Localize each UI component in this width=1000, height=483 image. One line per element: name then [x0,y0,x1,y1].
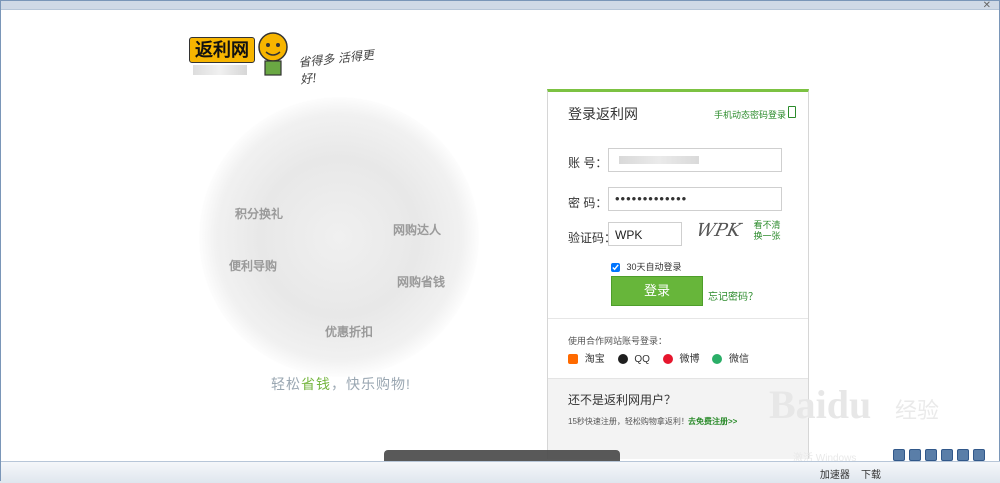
remember-label: 30天自动登录 [626,262,682,272]
remember-checkbox[interactable] [611,263,620,273]
tray-icon-6[interactable] [973,449,985,461]
captcha-image[interactable]: WPK [693,220,743,246]
partner-taobao-label: 淘宝 [584,354,605,365]
brand-logo[interactable]: 返利网 [189,37,255,63]
tray-icon-4[interactable] [941,449,953,461]
blurred-account-value [619,156,699,164]
bubble-save-money: 网购省钱 [397,275,446,289]
window-top-bar: ✕ [1,0,999,11]
qq-icon [617,354,628,365]
illustration-circle: 积分换礼 网购达人 便利导购 网购省钱 优惠折扣 [199,97,479,377]
mobile-phone-icon [788,106,796,118]
taskbar-accelerator[interactable]: 加速器 下载 [820,466,881,481]
divider [548,318,808,319]
tray-icon-1[interactable] [893,449,905,461]
close-icon[interactable]: ✕ [983,0,991,11]
taskbar-accelerator-label: 加速器 [819,470,850,481]
bubble-shopping-expert: 网购达人 [393,223,442,237]
taobao-icon [568,354,578,365]
forgot-password-link[interactable]: 忘记密码？ [708,288,758,303]
remember-me[interactable]: 30天自动登录 [611,260,682,273]
mascot-icon [258,32,288,76]
baidu-watermark-suffix: 经验 [895,398,940,423]
bubble-guide: 便利导购 [229,259,278,273]
brand-slogan: 省得多 活得更好! [297,47,375,87]
partner-wechat-label: 微信 [729,354,750,365]
password-label: 密 码： [568,196,608,210]
not-user-description: 15秒快速注册，轻松购物拿返利！ [568,417,689,426]
account-field[interactable] [608,148,782,172]
brand-area: 返利网 省得多 活得更好! [189,31,389,87]
bubble-discount: 优惠折扣 [325,325,374,339]
baidu-watermark-text: Baidu [769,382,872,427]
partner-login-list: 淘宝 QQ 微博 微信 [568,350,759,365]
password-field[interactable]: ••••••••••••• [608,187,782,211]
system-tray [885,443,997,477]
tagline: 轻松省钱，快乐购物! [271,374,411,394]
account-label: 账 号： [568,156,608,170]
partner-wechat[interactable]: 微信 [712,350,749,365]
not-user-title: 还不是返利网用户？ [568,393,677,407]
mobile-login-link[interactable]: 手机动态密码登录 [714,108,786,121]
partner-qq-label: QQ [634,354,650,365]
weibo-icon [662,354,673,365]
signup-link[interactable]: 去免费注册>> [688,416,737,427]
partner-weibo[interactable]: 微博 [662,350,700,365]
tagline-suffix: ，快乐购物! [331,376,411,392]
partner-taobao[interactable]: 淘宝 [568,350,605,365]
taskbar-download-label: 下载 [861,470,881,481]
tagline-prefix: 轻松 [271,376,301,392]
blurred-logo-caption [193,65,247,75]
login-button[interactable]: 登录 [611,276,703,306]
tagline-highlight: 省钱 [301,376,331,392]
partner-qq[interactable]: QQ [617,354,650,365]
captcha-field[interactable]: WPK [608,222,682,246]
bubble-gift: 积分换礼 [235,207,284,221]
browser-window: ✕ 返利网 省得多 活得更好! 积分换礼 网购达人 便利导购 网购省钱 优惠折扣… [0,0,1000,483]
login-title: 登录返利网 [568,106,638,122]
taskbar: 加速器 下载 [1,461,1000,483]
wechat-icon [712,354,723,365]
tray-icon-3[interactable] [925,449,937,461]
tray-icon-5[interactable] [957,449,969,461]
tray-icon-2[interactable] [909,449,921,461]
partner-weibo-label: 微博 [679,354,700,365]
baidu-watermark: Baidu 经验 [769,381,939,451]
page-content: 返利网 省得多 活得更好! 积分换礼 网购达人 便利导购 网购省钱 优惠折扣 轻… [9,11,991,459]
partner-login-title: 使用合作网站账号登录： [568,336,668,346]
refresh-captcha-link[interactable]: 看不清 换一张 [752,220,782,242]
